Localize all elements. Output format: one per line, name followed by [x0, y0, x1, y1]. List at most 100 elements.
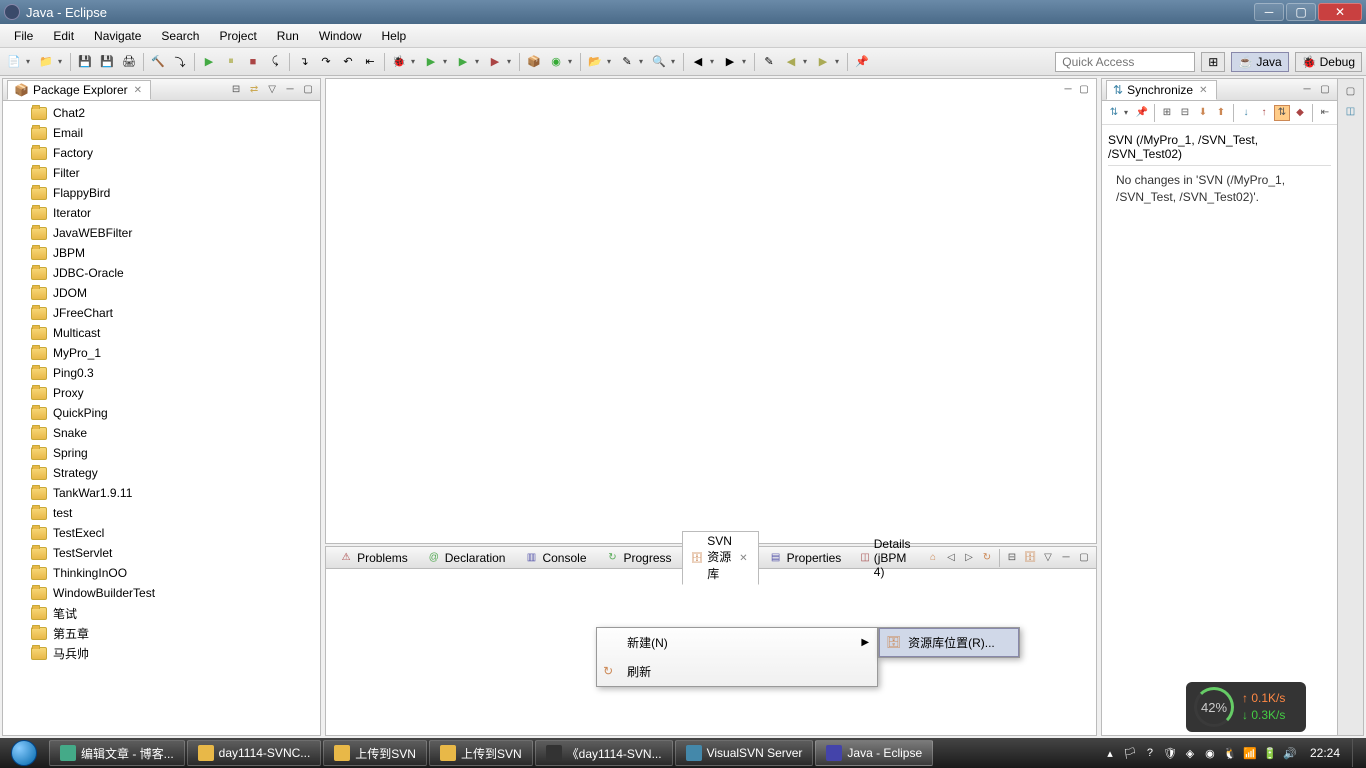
project-item[interactable]: Chat2	[3, 103, 320, 123]
taskbar-item[interactable]: 上传到SVN	[323, 740, 427, 766]
view-menu-button[interactable]: ▽	[264, 82, 280, 98]
tray-arrow-button[interactable]: ▴	[1102, 745, 1118, 761]
close-tab-icon[interactable]: ✕	[737, 553, 749, 564]
tray-network[interactable]: 📶	[1242, 745, 1258, 761]
tray-volume[interactable]: 🔊	[1282, 745, 1298, 761]
ctx-refresh[interactable]: ↻ 刷新	[597, 657, 877, 686]
project-item[interactable]: Proxy	[3, 383, 320, 403]
pin-button[interactable]: 📌	[852, 52, 872, 72]
new-folder-button[interactable]: 📁	[36, 52, 56, 72]
menu-edit[interactable]: Edit	[43, 26, 84, 46]
last-edit-button[interactable]: ✎	[759, 52, 779, 72]
tab-console[interactable]: ▥Console	[515, 548, 595, 568]
open-type-button[interactable]: 📂	[585, 52, 605, 72]
tray-battery[interactable]: 🔋	[1262, 745, 1278, 761]
suspend-button[interactable]: ⏸	[221, 52, 241, 72]
project-item[interactable]: 第五章	[3, 623, 320, 643]
project-item[interactable]: FlappyBird	[3, 183, 320, 203]
disconnect-button[interactable]: ⤹	[265, 52, 285, 72]
project-item[interactable]: JBPM	[3, 243, 320, 263]
maximize-view-button[interactable]: ▢	[300, 82, 316, 98]
show-desktop-button[interactable]	[1352, 739, 1362, 767]
new-button[interactable]: 📄	[4, 52, 24, 72]
terminate-button[interactable]: ■	[243, 52, 263, 72]
project-item[interactable]: JDBC-Oracle	[3, 263, 320, 283]
sync-dropdown-button[interactable]: ⇅	[1106, 105, 1122, 121]
tray-app2[interactable]: ◉	[1202, 745, 1218, 761]
debug-button[interactable]: 🐞	[389, 52, 409, 72]
project-item[interactable]: MyPro_1	[3, 343, 320, 363]
project-item[interactable]: Factory	[3, 143, 320, 163]
run-last-button[interactable]: ▶	[453, 52, 473, 72]
tray-qq[interactable]: 🐧	[1222, 745, 1238, 761]
project-item[interactable]: JDOM	[3, 283, 320, 303]
new-package-button[interactable]: 📦	[524, 52, 544, 72]
forward-button[interactable]: ▶	[813, 52, 833, 72]
print-button[interactable]: 🖨	[119, 52, 139, 72]
new-class-button[interactable]: ◉	[546, 52, 566, 72]
view-menu-button[interactable]: ▽	[1040, 550, 1056, 566]
perspective-debug[interactable]: 🐞 Debug	[1295, 52, 1362, 72]
nav-forward-button[interactable]: ▷	[961, 550, 977, 566]
outgoing-button[interactable]: ⬆	[1213, 105, 1229, 121]
tab-progress[interactable]: ↻Progress	[597, 548, 681, 568]
ctx-repo-location[interactable]: 🗄 资源库位置(R)...	[879, 628, 1019, 657]
refresh-button[interactable]: ↻	[979, 550, 995, 566]
menu-run[interactable]: Run	[267, 26, 309, 46]
project-item[interactable]: Snake	[3, 423, 320, 443]
minimize-button[interactable]: ─	[1254, 3, 1284, 21]
maximize-editor-button[interactable]: ▢	[1076, 81, 1092, 97]
taskbar-item[interactable]: VisualSVN Server	[675, 740, 814, 766]
step-return-button[interactable]: ↶	[338, 52, 358, 72]
quick-access-input[interactable]	[1055, 52, 1195, 72]
project-item[interactable]: QuickPing	[3, 403, 320, 423]
new-repo-button[interactable]: 🗄	[1022, 550, 1038, 566]
close-tab-icon[interactable]: ✕	[1197, 85, 1209, 96]
menu-navigate[interactable]: Navigate	[84, 26, 151, 46]
collapse-all-button[interactable]: ⊟	[228, 82, 244, 98]
collapse-button[interactable]: ⊟	[1177, 105, 1193, 121]
project-item[interactable]: TankWar1.9.11	[3, 483, 320, 503]
project-item[interactable]: TestServlet	[3, 543, 320, 563]
search-button[interactable]: 🔍	[649, 52, 669, 72]
svn-repo-content[interactable]: 新建(N) ▶ ↻ 刷新 🗄 资源库位置(R)...	[326, 569, 1096, 735]
update-button[interactable]: ↓	[1238, 105, 1254, 121]
project-item[interactable]: Iterator	[3, 203, 320, 223]
maximize-button[interactable]: ▢	[1286, 3, 1316, 21]
project-item[interactable]: 笔试	[3, 603, 320, 623]
project-tree[interactable]: Chat2EmailFactoryFilterFlappyBirdIterato…	[3, 101, 320, 735]
conflicts-button[interactable]: ◆	[1292, 105, 1308, 121]
minimize-editor-button[interactable]: ─	[1060, 81, 1076, 97]
outline-button[interactable]: ◫	[1343, 103, 1359, 119]
tab-declaration[interactable]: @Declaration	[418, 548, 515, 568]
project-item[interactable]: ThinkingInOO	[3, 563, 320, 583]
annotation-prev-button[interactable]: ◀	[688, 52, 708, 72]
project-item[interactable]: Ping0.3	[3, 363, 320, 383]
project-item[interactable]: WindowBuilderTest	[3, 583, 320, 603]
project-item[interactable]: JavaWEBFilter	[3, 223, 320, 243]
start-button[interactable]	[0, 738, 48, 768]
home-button[interactable]: ⌂	[925, 550, 941, 566]
menu-help[interactable]: Help	[372, 26, 417, 46]
project-item[interactable]: Multicast	[3, 323, 320, 343]
maximize-view-button[interactable]: ▢	[1317, 82, 1333, 98]
open-perspective-button[interactable]: ⊞	[1201, 52, 1225, 72]
taskbar-item[interactable]: Java - Eclipse	[815, 740, 933, 766]
close-tab-icon[interactable]: ✕	[132, 85, 144, 96]
external-tools-button[interactable]: ▶	[485, 52, 505, 72]
taskbar-clock[interactable]: 22:24	[1302, 746, 1348, 760]
tray-help[interactable]: ?	[1142, 745, 1158, 761]
project-item[interactable]: Email	[3, 123, 320, 143]
maximize-view-button[interactable]: ▢	[1076, 550, 1092, 566]
synchronize-tab[interactable]: ⇅ Synchronize ✕	[1106, 80, 1217, 100]
step-over-button[interactable]: ↷	[316, 52, 336, 72]
taskbar-item[interactable]: day1114-SVNC...	[187, 740, 322, 766]
save-button[interactable]: 💾	[75, 52, 95, 72]
project-item[interactable]: Strategy	[3, 463, 320, 483]
close-button[interactable]: ✕	[1318, 3, 1362, 21]
taskbar-item[interactable]: 《day1114-SVN...	[535, 740, 673, 766]
commit-button[interactable]: ↑	[1256, 105, 1272, 121]
tab-properties[interactable]: ▤Properties	[760, 548, 851, 568]
taskbar-item[interactable]: 上传到SVN	[429, 740, 533, 766]
package-explorer-tab[interactable]: 📦 Package Explorer ✕	[7, 80, 151, 100]
